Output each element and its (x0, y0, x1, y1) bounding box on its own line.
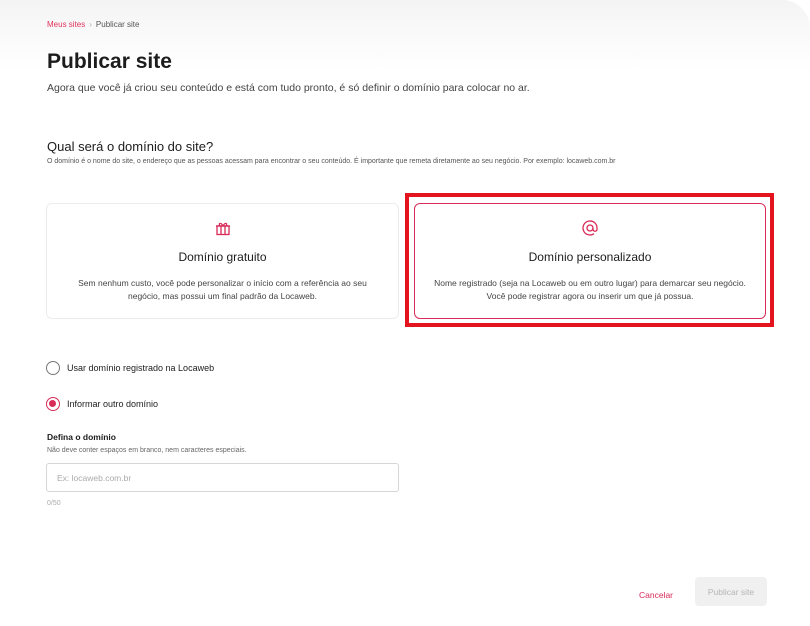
domain-field-label: Defina o domínio (47, 432, 116, 442)
radio-use-locaweb-domain[interactable]: Usar domínio registrado na Locaweb (46, 361, 214, 375)
domain-question-help: O domínio é o nome do site, o endereço q… (47, 158, 616, 165)
breadcrumb-current: Publicar site (95, 20, 140, 29)
radio-label: Informar outro domínio (67, 399, 159, 409)
custom-domain-card[interactable]: Domínio personalizado Nome registrado (s… (414, 203, 766, 319)
breadcrumb-separator: › (89, 20, 92, 29)
page-subtitle: Agora que você já criou seu conteúdo e e… (47, 82, 530, 94)
character-counter: 0/50 (47, 500, 61, 507)
breadcrumb: Meus sites › Publicar site (47, 20, 139, 29)
domain-question-title: Qual será o domínio do site? (47, 139, 214, 154)
free-domain-description: Sem nenhum custo, você pode personalizar… (78, 278, 367, 301)
radio-label: Usar domínio registrado na Locaweb (67, 363, 215, 373)
radio-checked-icon[interactable] (46, 397, 60, 411)
free-domain-title: Domínio gratuito (178, 250, 267, 264)
custom-domain-description: Nome registrado (seja na Locaweb ou em o… (434, 278, 746, 301)
domain-input[interactable] (46, 463, 399, 492)
breadcrumb-my-sites-link[interactable]: Meus sites (47, 20, 85, 29)
gift-icon (47, 220, 398, 240)
publish-site-button[interactable]: Publicar site (695, 577, 767, 606)
custom-domain-title: Domínio personalizado (528, 250, 652, 264)
free-domain-card[interactable]: Domínio gratuito Sem nenhum custo, você … (46, 203, 399, 319)
domain-field-help: Não deve conter espaços em branco, nem c… (47, 447, 247, 454)
page-title: Publicar site (47, 50, 172, 73)
cancel-button[interactable]: Cancelar (630, 585, 682, 605)
at-sign-icon (415, 220, 765, 240)
radio-unchecked-icon[interactable] (46, 361, 60, 375)
radio-other-domain[interactable]: Informar outro domínio (46, 397, 158, 411)
